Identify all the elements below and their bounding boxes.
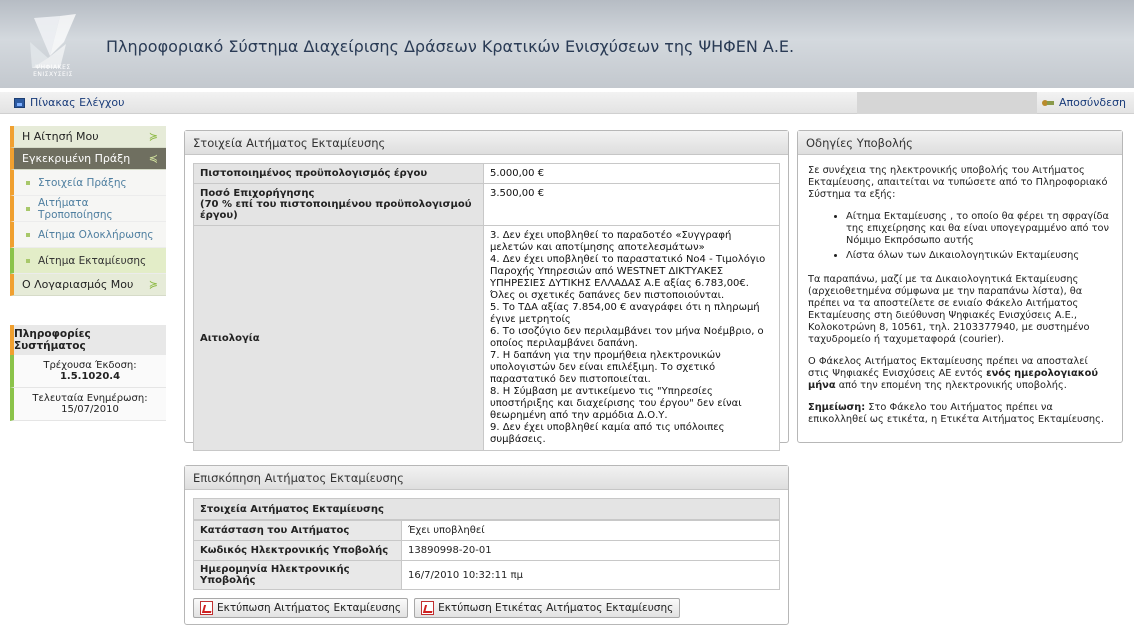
logout-label: Αποσύνδεση <box>1059 96 1126 109</box>
print-label-button[interactable]: Εκτύπωση Ετικέτας Αιτήματος Εκταμίευσης <box>414 598 681 618</box>
version-value: 1.5.1020.4 <box>59 371 121 382</box>
chevron-up-icon: ≼ <box>148 152 158 165</box>
reason-line: 5. Το ΤΔΑ αξίας 7.854,00 € αναγράφει ότι… <box>490 302 760 325</box>
table-row: Κατάσταση του Αιτήματος Έχει υποβληθεί <box>193 520 780 541</box>
grant-label-line2: (70 % επί του πιστοποιημένου προϋπολογισ… <box>200 199 472 221</box>
chevron-down-icon: ≽ <box>148 130 158 143</box>
instructions-intro: Σε συνέχεια της ηλεκτρονικής υποβολής το… <box>808 165 1108 200</box>
submission-instructions-panel: Οδηγίες Υποβολής Σε συνέχεια της ηλεκτρο… <box>797 130 1123 443</box>
nav-sub-action-details[interactable]: Στοιχεία Πράξης <box>10 170 166 196</box>
reason-label: Αιτιολογία <box>193 225 484 451</box>
table-row: Ποσό Επιχορήγησης (70 % επί του πιστοποι… <box>193 183 780 226</box>
app-title: Πληροφοριακό Σύστημα Διαχείρισης Δράσεων… <box>106 37 795 56</box>
table-row: Πιστοποιημένος προϋπολογισμός έργου 5.00… <box>193 163 780 184</box>
nav-label: Εγκεκριμένη Πράξη <box>22 152 131 165</box>
list-item: Λίστα όλων των Δικαιολογητικών Εκταμίευσ… <box>846 250 1112 262</box>
print-buttons: Εκτύπωση Αιτήματος Εκταμίευσης Εκτύπωση … <box>193 598 780 618</box>
chevron-down-icon: ≽ <box>148 278 158 291</box>
instructions-note: Σημείωση: Στο Φάκελο του Αιτήματος πρέπε… <box>808 402 1112 426</box>
nav-sub-disbursement-request[interactable]: Αίτημα Εκταμίευσης <box>10 248 166 274</box>
table-row: Κωδικός Ηλεκτρονικής Υποβολής 13890998-2… <box>193 540 780 561</box>
bullet-icon <box>26 180 30 185</box>
submission-code-label: Κωδικός Ηλεκτρονικής Υποβολής <box>193 540 402 561</box>
disbursement-details-panel: Στοιχεία Αιτήματος Εκταμίευσης Πιστοποιη… <box>184 130 789 451</box>
nav-label: Ο Λογαριασμός Μου <box>22 278 134 291</box>
nav-sub-label: Αιτήματα Τροποποίησης <box>37 196 113 221</box>
panel-title: Επισκόπηση Αιτήματος Εκταμίευσης <box>185 466 788 490</box>
budget-label: Πιστοποιημένος προϋπολογισμός έργου <box>193 163 484 184</box>
dashboard-label: Πίνακας Ελέγχου <box>30 96 125 109</box>
toolbar-spacer <box>857 92 1037 114</box>
submission-code-value: 13890998-20-01 <box>401 540 780 561</box>
print-request-button[interactable]: Εκτύπωση Αιτήματος Εκταμίευσης <box>193 598 409 618</box>
bullet-icon <box>26 232 30 237</box>
grant-label: Ποσό Επιχορήγησης (70 % επί του πιστοποι… <box>193 183 484 226</box>
nav-sub-modification-requests[interactable]: Αιτήματα Τροποποίησης <box>10 196 166 222</box>
submission-date-value: 16/7/2010 10:32:11 πμ <box>401 560 780 590</box>
reason-line: 7. Η δαπάνη για την προμήθεια ηλεκτρονικ… <box>490 350 721 385</box>
reason-line: 9. Δεν έχει υποβληθεί καμία από τις υπόλ… <box>490 422 725 445</box>
button-label: Εκτύπωση Ετικέτας Αιτήματος Εκταμίευσης <box>438 602 674 614</box>
overview-table: Κατάσταση του Αιτήματος Έχει υποβληθεί Κ… <box>193 520 780 590</box>
submission-date-label: Ημερομηνία Ηλεκτρονικής Υποβολής <box>193 560 402 590</box>
system-info-title: Πληροφορίες Συστήματος <box>10 325 166 355</box>
instructions-body: Σε συνέχεια της ηλεκτρονικής υποβολής το… <box>798 155 1122 446</box>
list-item: Αίτημα Εκταμίευσης , το οποίο θα φέρει τ… <box>846 211 1112 247</box>
bullet-icon <box>26 206 30 211</box>
table-row: Αιτιολογία 3. Δεν έχει υποβληθεί το παρα… <box>193 225 780 451</box>
grant-value: 3.500,00 € <box>483 183 780 226</box>
reason-line: 3. Δεν έχει υποβληθεί το παραδοτέο «Συγγ… <box>490 230 732 253</box>
app-header: ΨΗΦΙΑΚΕΣ ΕΝΙΣΧΥΣΕΙΣ Πληροφοριακό Σύστημα… <box>0 0 1134 88</box>
update-label: Τελευταία Ενημέρωση: <box>32 393 148 404</box>
status-label: Κατάσταση του Αιτήματος <box>193 520 402 541</box>
nav-sub-completion-request[interactable]: Αίτημα Ολοκλήρωσης <box>10 222 166 248</box>
nav-approved-action[interactable]: Εγκεκριμένη Πράξη ≼ <box>10 148 166 170</box>
details-table: Πιστοποιημένος προϋπολογισμός έργου 5.00… <box>193 163 780 451</box>
dashboard-link[interactable]: Πίνακας Ελέγχου <box>14 96 124 109</box>
deadline-text-end: από την επομένη της ηλεκτρονικής υποβολή… <box>835 380 1067 391</box>
dashboard-icon <box>14 97 25 108</box>
nav-label: Η Αίτησή Μου <box>22 130 99 143</box>
instructions-paragraph: Τα παραπάνω, μαζί με τα Δικαιολογητικά Ε… <box>808 274 1090 345</box>
nav-my-account[interactable]: Ο Λογαριασμός Μου ≽ <box>10 274 166 296</box>
logout-icon <box>1042 98 1055 108</box>
reason-line: 6. Το ισοζύγιο δεν περιλαμβάνει τον μήνα… <box>490 326 764 349</box>
system-version: Τρέχουσα Έκδοση: 1.5.1020.4 <box>10 355 166 388</box>
reason-line: 8. Η Σύμβαση με αντικείμενο τις "Υπηρεσί… <box>490 386 742 421</box>
version-label: Τρέχουσα Έκδοση: <box>43 360 137 371</box>
reason-line: 4. Δεν έχει υποβληθεί το παραστατικό Νο4… <box>490 254 766 301</box>
logo-text: ΨΗΦΙΑΚΕΣ ΕΝΙΣΧΥΣΕΙΣ <box>33 64 73 78</box>
pdf-icon <box>200 601 213 615</box>
nav-sub-label: Αίτημα Εκταμίευσης <box>38 254 147 267</box>
instructions-deadline: Ο Φάκελος Αιτήματος Εκταμίευσης πρέπει ν… <box>808 356 1112 392</box>
pdf-icon <box>421 601 435 615</box>
toolbar: Πίνακας Ελέγχου Αποσύνδεση <box>0 92 1134 114</box>
system-info: Πληροφορίες Συστήματος Τρέχουσα Έκδοση: … <box>10 325 166 421</box>
nav-sub-label: Αίτημα Ολοκλήρωσης <box>38 228 154 241</box>
logout-link[interactable]: Αποσύνδεση <box>1042 96 1126 109</box>
table-row: Ημερομηνία Ηλεκτρονικής Υποβολής 16/7/20… <box>193 560 780 590</box>
sidebar-nav: Η Αίτησή Μου ≽ Εγκεκριμένη Πράξη ≼ Στοιχ… <box>10 126 166 296</box>
panel-title: Οδηγίες Υποβολής <box>798 131 1122 155</box>
button-label: Εκτύπωση Αιτήματος Εκταμίευσης <box>217 602 402 614</box>
update-date: 15/07/2010 <box>61 404 119 415</box>
disbursement-overview-panel: Επισκόπηση Αιτήματος Εκταμίευσης Στοιχεί… <box>184 465 789 625</box>
reason-value: 3. Δεν έχει υποβληθεί το παραδοτέο «Συγγ… <box>483 225 780 451</box>
instructions-list: Αίτημα Εκταμίευσης , το οποίο θα φέρει τ… <box>808 211 1112 262</box>
note-label: Σημείωση: <box>808 402 866 413</box>
system-last-update: Τελευταία Ενημέρωση: 15/07/2010 <box>10 388 166 421</box>
overview-subtitle: Στοιχεία Αιτήματος Εκταμίευσης <box>193 498 780 520</box>
nav-sub-label: Στοιχεία Πράξης <box>38 176 127 189</box>
budget-value: 5.000,00 € <box>483 163 780 184</box>
nav-my-application[interactable]: Η Αίτησή Μου ≽ <box>10 126 166 148</box>
bullet-icon <box>26 258 30 263</box>
panel-title: Στοιχεία Αιτήματος Εκταμίευσης <box>185 131 788 155</box>
status-value: Έχει υποβληθεί <box>401 520 780 541</box>
grant-label-line1: Ποσό Επιχορήγησης <box>200 188 315 199</box>
